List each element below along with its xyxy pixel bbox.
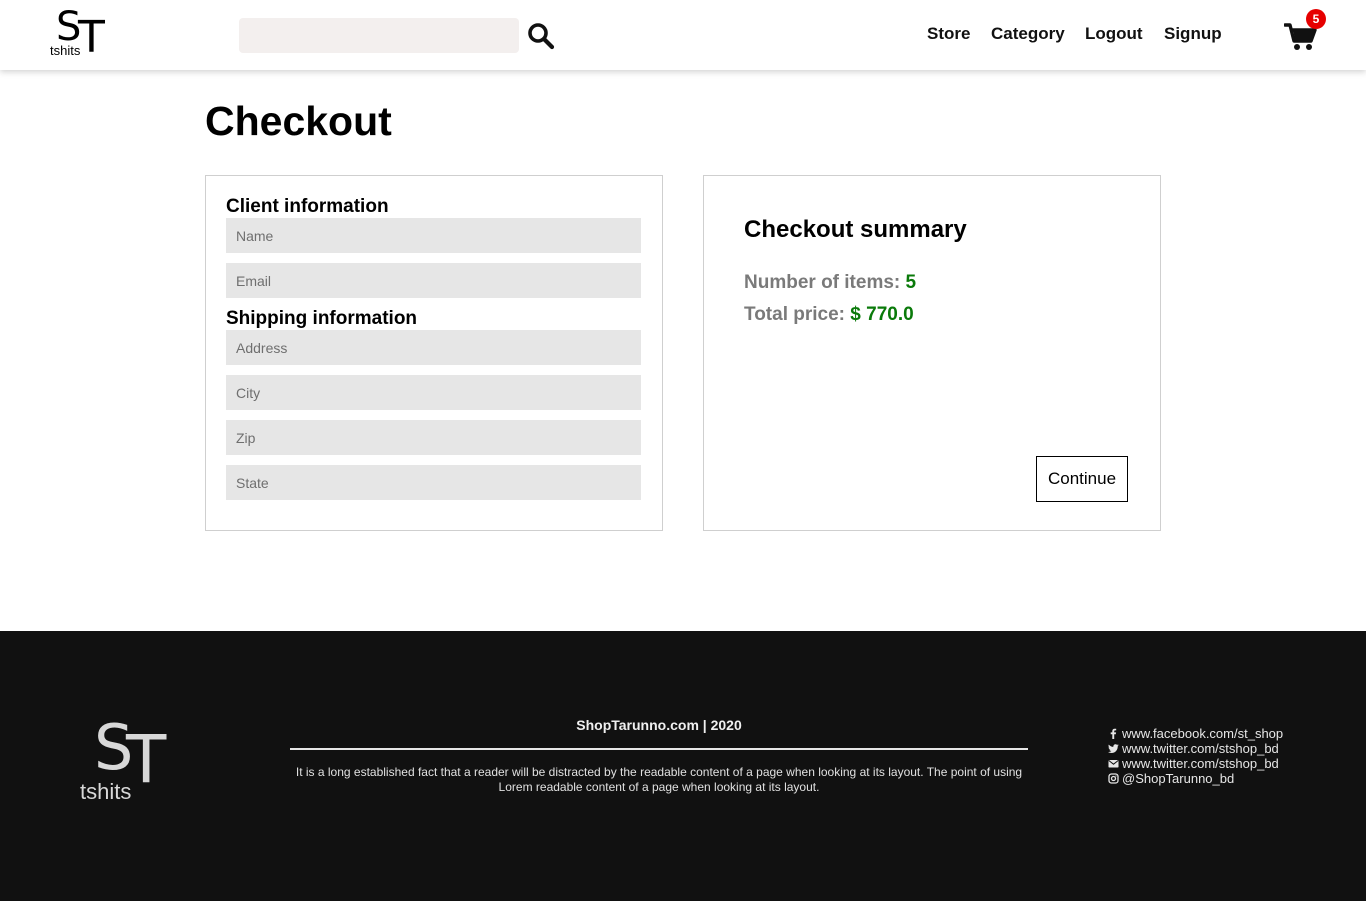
client-info-card: Client information Shipping information [205, 175, 663, 531]
total-price-line: Total price: $ 770.0 [744, 304, 914, 326]
search-input[interactable] [239, 18, 519, 53]
continue-button[interactable]: Continue [1036, 456, 1128, 502]
nav-store-link[interactable]: Store [927, 24, 970, 44]
facebook-icon [1110, 728, 1117, 739]
total-price-label: Total price: [744, 304, 845, 325]
footer-center: ShopTarunno.com | 2020 It is a long esta… [290, 717, 1028, 794]
shipping-info-heading: Shipping information [226, 308, 418, 329]
zip-field[interactable] [226, 420, 641, 455]
site-logo[interactable]: S T tshits [48, 4, 108, 63]
logo-text: tshits [50, 43, 82, 58]
social-link-text: www.twitter.com/stshop_bd [1122, 741, 1279, 756]
top-header: S T tshits Store Category Logout Signup … [0, 0, 1366, 70]
footer-logo-letter-s: S [94, 711, 133, 784]
items-count-label: Number of items: [744, 272, 901, 293]
site-footer: S T tshits ShopTarunno.com | 2020 It is … [0, 631, 1366, 901]
state-field[interactable] [226, 465, 641, 500]
logo-letter-t: T [78, 12, 105, 63]
nav-logout-link[interactable]: Logout [1085, 24, 1143, 44]
nav-category-link[interactable]: Category [991, 24, 1065, 44]
footer-logo-text: tshits [80, 779, 134, 805]
client-info-heading: Client information [226, 196, 389, 217]
search-icon[interactable] [527, 22, 555, 50]
footer-brand: ShopTarunno.com | 2020 [576, 717, 742, 733]
address-field[interactable] [226, 330, 641, 365]
instagram-icon [1108, 773, 1119, 784]
social-link-text: www.twitter.com/stshop_bd [1122, 756, 1279, 771]
nav-signup-link[interactable]: Signup [1164, 24, 1222, 44]
cart-count-badge: 5 [1306, 9, 1326, 29]
social-link-twitter[interactable]: www.twitter.com/stshop_bd [1108, 741, 1283, 756]
social-links: www.facebook.com/st_shop www.twitter.com… [1108, 726, 1283, 786]
envelope-icon [1108, 760, 1119, 768]
name-field[interactable] [226, 218, 641, 253]
footer-divider [290, 748, 1028, 750]
social-link-instagram[interactable]: @ShopTarunno_bd [1108, 771, 1283, 786]
total-price-value: 770.0 [866, 304, 914, 325]
social-link-text: www.facebook.com/st_shop [1122, 726, 1284, 741]
summary-title: Checkout summary [744, 216, 967, 243]
social-link-text: @ShopTarunno_bd [1122, 771, 1235, 786]
email-field[interactable] [226, 263, 641, 298]
social-link-email[interactable]: www.twitter.com/stshop_bd [1108, 756, 1283, 771]
page-title: Checkout [205, 98, 392, 144]
twitter-icon [1108, 744, 1119, 753]
currency-symbol: $ [850, 304, 861, 325]
footer-description: It is a long established fact that a rea… [295, 765, 1023, 794]
checkout-summary-card: Checkout summary Number of items: 5 Tota… [703, 175, 1161, 531]
footer-logo[interactable]: S T tshits [78, 711, 188, 813]
city-field[interactable] [226, 375, 641, 410]
items-count-value: 5 [905, 272, 917, 293]
social-link-facebook[interactable]: www.facebook.com/st_shop [1108, 726, 1283, 741]
items-count-line: Number of items: 5 [744, 272, 916, 294]
